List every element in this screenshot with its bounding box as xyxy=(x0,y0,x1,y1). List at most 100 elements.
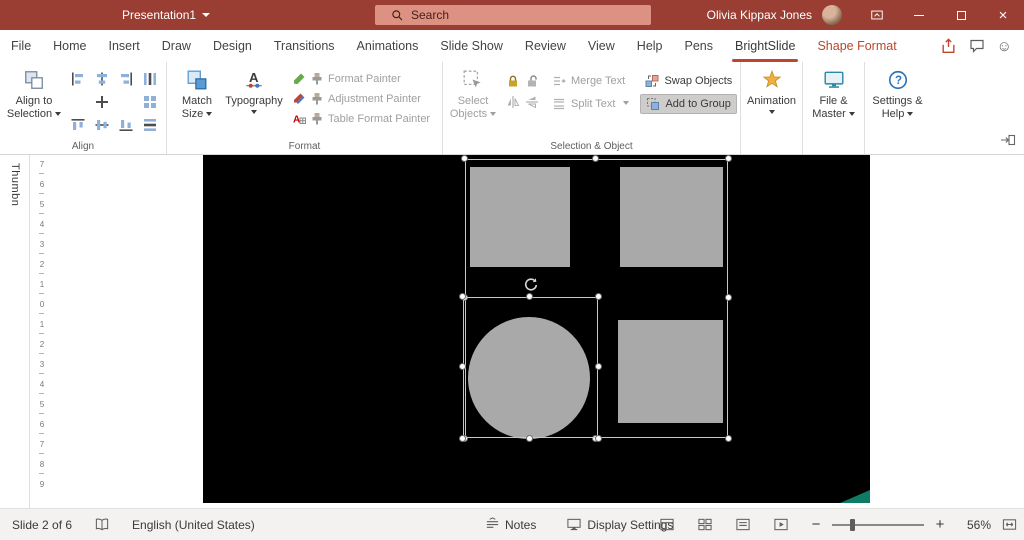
table-format-painter-button[interactable]: A Table Format Painter xyxy=(289,109,433,128)
align-left-icon[interactable] xyxy=(66,67,90,90)
rotate-handle[interactable] xyxy=(523,277,539,293)
document-title-button[interactable]: Presentation1 xyxy=(122,0,210,30)
tab-design[interactable]: Design xyxy=(202,30,263,62)
distribute-vertical-icon[interactable] xyxy=(138,113,162,136)
normal-view-button[interactable] xyxy=(659,517,675,532)
format-group: Match Size A Typography Format Painter A… xyxy=(166,62,442,154)
swap-objects-button[interactable]: Swap Objects xyxy=(640,71,737,91)
settings-help-button[interactable]: ? Settings & Help xyxy=(869,65,926,137)
thumbnails-panel-label: Thumbn xyxy=(9,163,21,206)
share-icon[interactable] xyxy=(940,38,957,55)
align-middle-icon[interactable] xyxy=(90,113,114,136)
lock-icon[interactable] xyxy=(506,74,520,88)
slide-sorter-view-button[interactable] xyxy=(697,517,713,532)
tab-transitions[interactable]: Transitions xyxy=(263,30,346,62)
selection-handle[interactable] xyxy=(459,435,466,442)
align-center-horizontal-icon[interactable] xyxy=(90,67,114,90)
flip-horizontal-icon[interactable] xyxy=(506,95,520,109)
select-objects-icon xyxy=(462,69,484,91)
minimize-button[interactable] xyxy=(898,0,940,30)
format-painter-label: Format Painter xyxy=(328,73,401,85)
editing-area: Thumbn 76543210123456789 xyxy=(0,155,1024,508)
comments-icon[interactable] xyxy=(969,38,985,54)
spellcheck-book-icon[interactable] xyxy=(94,517,110,532)
slide-canvas[interactable] xyxy=(203,155,870,503)
avatar[interactable] xyxy=(822,5,842,25)
align-right-icon[interactable] xyxy=(114,67,138,90)
align-bottom-icon[interactable] xyxy=(114,113,138,136)
selection-handle[interactable] xyxy=(595,293,602,300)
selection-handle[interactable] xyxy=(461,155,468,162)
arrange-grid-icon[interactable] xyxy=(138,90,162,113)
selection-handle[interactable] xyxy=(725,435,732,442)
tab-file[interactable]: File xyxy=(0,30,42,62)
slideshow-view-button[interactable] xyxy=(773,517,789,532)
merge-text-button[interactable]: Merge Text xyxy=(547,71,634,91)
select-objects-button[interactable]: Select Objects xyxy=(447,65,499,137)
feedback-smiley-icon[interactable]: ☺ xyxy=(997,39,1012,54)
tab-insert[interactable]: Insert xyxy=(98,30,151,62)
ribbon-tab-row: File Home Insert Draw Design Transitions… xyxy=(0,30,1024,62)
match-size-label: Match Size xyxy=(182,95,212,120)
selection-handle[interactable] xyxy=(459,293,466,300)
tab-brightslide[interactable]: BrightSlide xyxy=(724,30,806,62)
svg-text:?: ? xyxy=(895,75,902,87)
reading-view-button[interactable] xyxy=(735,517,751,532)
display-settings-button[interactable]: Display Settings xyxy=(566,517,673,532)
tab-pens[interactable]: Pens xyxy=(674,30,725,62)
zoom-in-button[interactable]: + xyxy=(933,517,947,532)
distribute-horizontal-icon[interactable] xyxy=(138,67,162,90)
collapse-ribbon-pin-icon[interactable] xyxy=(1000,132,1016,148)
animation-button[interactable]: Animation xyxy=(745,65,798,137)
format-painter-button[interactable]: Format Painter xyxy=(289,69,433,88)
thumbnails-panel-collapsed[interactable]: Thumbn xyxy=(0,155,30,508)
animation-label: Animation xyxy=(747,95,796,107)
close-icon: × xyxy=(999,8,1008,23)
ribbon: Align to Selection Align Match Size xyxy=(0,62,1024,155)
zoom-level[interactable]: 56% xyxy=(957,518,991,532)
flip-vertical-icon[interactable] xyxy=(525,95,539,109)
notes-button[interactable]: Notes xyxy=(485,517,536,532)
selection-handle[interactable] xyxy=(595,363,602,370)
close-button[interactable]: × xyxy=(982,0,1024,30)
selection-handle[interactable] xyxy=(592,155,599,162)
tab-draw[interactable]: Draw xyxy=(151,30,202,62)
tab-shape-format[interactable]: Shape Format xyxy=(806,30,907,62)
zoom-slider-thumb[interactable] xyxy=(850,519,855,531)
match-size-button[interactable]: Match Size xyxy=(171,65,223,137)
selection-handle[interactable] xyxy=(595,435,602,442)
maximize-button[interactable] xyxy=(940,0,982,30)
chevron-down-icon xyxy=(623,101,629,105)
view-switcher xyxy=(659,517,789,532)
selection-handle[interactable] xyxy=(526,293,533,300)
split-text-button[interactable]: Split Text xyxy=(547,94,634,114)
center-on-slide-icon[interactable] xyxy=(90,90,114,113)
typography-button[interactable]: A Typography xyxy=(223,65,285,137)
tab-review[interactable]: Review xyxy=(514,30,577,62)
tab-home[interactable]: Home xyxy=(42,30,97,62)
align-top-icon[interactable] xyxy=(66,113,90,136)
selection-handle[interactable] xyxy=(725,294,732,301)
language-indicator[interactable]: English (United States) xyxy=(132,518,255,532)
notes-icon xyxy=(485,517,500,532)
selection-handle[interactable] xyxy=(459,363,466,370)
zoom-out-button[interactable]: − xyxy=(809,517,823,532)
tab-help[interactable]: Help xyxy=(626,30,674,62)
tab-slide-show[interactable]: Slide Show xyxy=(429,30,514,62)
selection-handle[interactable] xyxy=(526,435,533,442)
unlock-icon[interactable] xyxy=(525,74,539,88)
fit-slide-to-window-button[interactable] xyxy=(1001,517,1018,532)
tab-animations[interactable]: Animations xyxy=(346,30,430,62)
selection-handle[interactable] xyxy=(725,155,732,162)
add-to-group-button[interactable]: Add to Group xyxy=(640,94,737,114)
adjustment-painter-button[interactable]: Adjustment Painter xyxy=(289,89,433,108)
zoom-slider[interactable] xyxy=(832,524,924,526)
file-master-button[interactable]: File & Master xyxy=(807,65,860,137)
align-to-selection-button[interactable]: Align to Selection xyxy=(4,65,64,137)
typography-icon: A xyxy=(243,69,265,91)
svg-text:A: A xyxy=(293,114,300,125)
search-input[interactable]: Search xyxy=(375,5,651,25)
user-name[interactable]: Olivia Kippax Jones xyxy=(707,8,812,22)
ribbon-display-options-button[interactable] xyxy=(856,0,898,30)
tab-view[interactable]: View xyxy=(577,30,626,62)
